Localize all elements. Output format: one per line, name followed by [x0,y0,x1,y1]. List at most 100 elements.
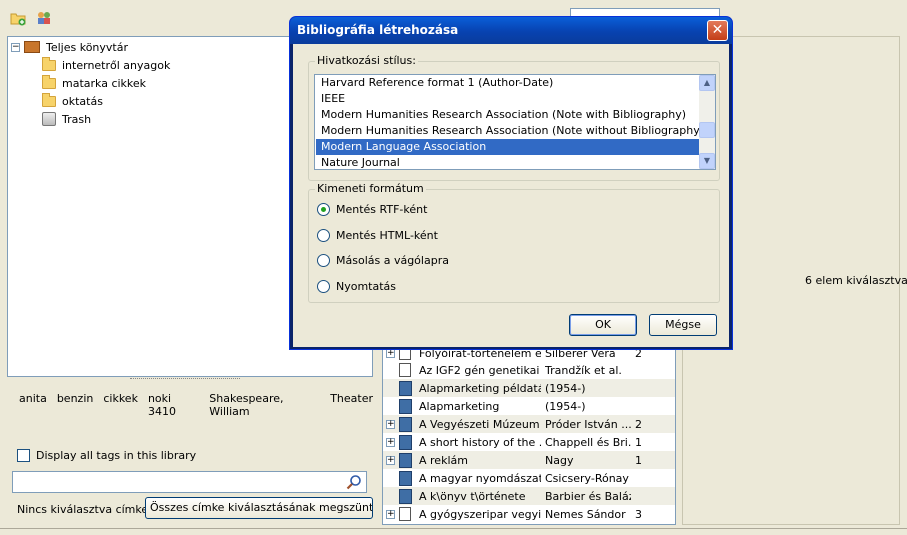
new-group-icon[interactable] [36,10,52,26]
table-row[interactable]: + A short history of the ... Chappell és… [383,433,675,451]
book-icon [399,452,412,468]
radio-copy-clipboard[interactable]: Másolás a vágólapra [317,254,449,267]
item-count: 1 [635,435,642,449]
item-title: Az IGF2 gén genetikai ... [419,363,541,377]
style-option-selected[interactable]: Modern Language Association [316,139,701,155]
item-creator: Próder István ... [545,417,631,431]
style-option[interactable]: Nature Journal [316,155,701,169]
style-option[interactable]: IEEE [316,91,701,107]
radio-label: Mentés HTML-ként [336,229,438,242]
item-creator: Nagy [545,453,574,467]
table-row[interactable]: A k\önyv t\örténete Barbier és Balázs [383,487,675,505]
tree-item-trash[interactable]: Trash [42,110,91,128]
scroll-up-icon[interactable]: ▲ [699,75,715,91]
radio-label: Nyomtatás [336,280,397,293]
radio-button[interactable] [317,229,330,242]
style-option[interactable]: Modern Humanities Research Association (… [316,107,701,123]
item-creator: Csicsery-Rónay [545,471,629,485]
expand-icon[interactable]: + [386,419,395,429]
radio-label: Mentés RTF-ként [336,203,428,216]
citation-style-list[interactable]: Harvard Reference format 1 (Author-Date)… [314,74,716,170]
citation-style-group: Hivatkozási stílus: Harvard Reference fo… [308,54,720,181]
table-row[interactable]: A magyar nyomdászat... Csicsery-Rónay [383,469,675,487]
item-count: 3 [635,507,642,521]
tag-item[interactable]: cikkek [103,392,138,418]
radio-button[interactable] [317,254,330,267]
item-count: 1 [635,453,642,467]
radio-print[interactable]: Nyomtatás [317,280,396,293]
collapse-icon[interactable]: − [11,42,20,52]
new-collection-icon[interactable] [10,10,26,26]
tree-item-collection[interactable]: oktatás [42,92,103,110]
radio-button[interactable] [317,280,330,293]
tag-search-input[interactable] [12,471,367,493]
tag-item[interactable]: Theater [330,392,373,418]
item-creator: Nemes Sándor [545,507,626,521]
item-creator: (1954-) [545,399,586,413]
deselect-all-tags-button[interactable]: Összes címke kiválasztásának megszünteté… [145,497,373,519]
style-option[interactable]: Modern Humanities Research Association (… [316,123,704,139]
tree-item-label: internetről anyagok [62,58,171,72]
tree-item-label: oktatás [62,94,103,108]
folder-icon [42,56,56,71]
item-title: A k\önyv t\örténete [419,489,526,503]
scroll-down-icon[interactable]: ▼ [699,153,715,169]
book-icon [399,470,412,486]
group-label: Kimeneti formátum [315,182,426,195]
style-option[interactable]: Harvard Reference format 1 (Author-Date) [316,75,701,91]
item-creator: (1954-) [545,381,586,395]
scroll-thumb[interactable] [699,122,715,138]
output-format-group: Kimeneti formátum Mentés RTF-ként Mentés… [308,182,720,303]
dialog-body: Hivatkozási stílus: Harvard Reference fo… [293,44,729,347]
radio-button[interactable] [317,203,330,216]
folder-icon [42,74,56,89]
expand-icon[interactable]: + [386,455,395,465]
cancel-button[interactable]: Mégse [649,314,717,336]
folder-icon [42,92,56,107]
item-title: A reklám [419,453,468,467]
item-creator: Barbier és Balázs [545,489,631,503]
expand-icon[interactable]: + [386,437,395,447]
book-icon [399,398,412,414]
checkbox-box[interactable] [17,449,30,462]
tag-item[interactable]: noki 3410 [148,392,199,418]
table-row[interactable]: Alapmarketing (1954-) [383,397,675,415]
tag-selector: anita benzin cikkek noki 3410 Shakespear… [7,383,373,525]
item-creator: Chappell és Bri... [545,435,631,449]
book-icon [399,434,412,450]
table-row[interactable]: + A Vegyészeti Múzeum ... Próder István … [383,415,675,433]
document-icon [399,363,411,377]
search-icon [346,475,361,490]
tag-item[interactable]: anita [19,392,47,418]
tree-item-library[interactable]: − Teljes könyvtár [11,38,128,56]
item-title: Alapmarketing [419,399,500,413]
trash-icon [42,112,56,126]
table-row[interactable]: Alapmarketing példatár (1954-) [383,379,675,397]
dialog-title: Bibliográfia létrehozása [297,23,459,37]
tree-item-label: Teljes könyvtár [46,40,129,54]
checkbox-label: Display all tags in this library [36,449,197,462]
library-icon [24,41,40,53]
table-row[interactable]: Az IGF2 gén genetikai ... Trandžík et al… [383,361,675,379]
tree-item-collection[interactable]: internetről anyagok [42,56,170,74]
close-icon[interactable]: ✕ [707,20,728,41]
book-icon [399,380,412,396]
tag-item[interactable]: Shakespeare, William [209,392,320,418]
tag-list: anita benzin cikkek noki 3410 Shakespear… [19,392,373,418]
display-all-tags-checkbox[interactable]: Display all tags in this library [17,449,196,462]
table-row[interactable]: + A reklám Nagy 1 [383,451,675,469]
radio-save-rtf[interactable]: Mentés RTF-ként [317,203,427,216]
item-title: A Vegyészeti Múzeum ... [419,417,541,431]
tree-item-label: Trash [62,112,92,126]
create-bibliography-dialog: Bibliográfia létrehozása ✕ Hivatkozási s… [289,16,733,350]
tag-item[interactable]: benzin [57,392,94,418]
no-tag-selected-label: Nincs kiválasztva címke [17,503,149,516]
style-list-scrollbar[interactable]: ▲ ▼ [699,75,715,169]
tree-item-collection[interactable]: matarka cikkek [42,74,146,92]
item-count: 2 [635,417,642,431]
ok-button[interactable]: OK [569,314,637,336]
dialog-titlebar[interactable]: Bibliográfia létrehozása ✕ [290,17,732,44]
radio-save-html[interactable]: Mentés HTML-ként [317,229,438,242]
table-row[interactable]: + A gyógyszeripar vegyi... Nemes Sándor … [383,505,675,523]
expand-icon[interactable]: + [386,509,395,519]
